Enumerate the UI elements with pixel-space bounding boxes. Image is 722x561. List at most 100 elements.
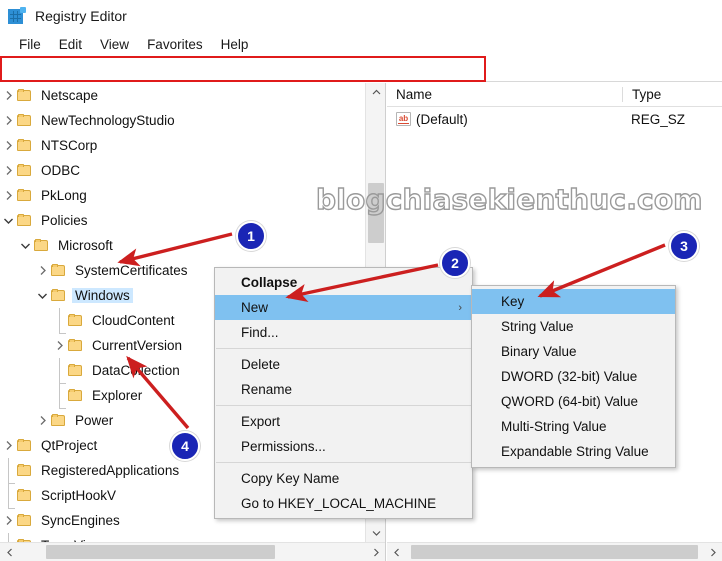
submenu-item-multi-string-value[interactable]: Multi-String Value [472,414,675,439]
context-menu-item-label: Delete [241,357,281,372]
scroll-down-icon[interactable] [366,524,386,542]
context-menu[interactable]: Collapse New › Find... Delete Rename Export Per… [214,267,473,519]
scroll-right-icon[interactable] [366,543,385,561]
values-hscroll-thumb[interactable] [411,545,698,559]
chevron-right-icon[interactable] [0,115,17,126]
menu-favorites[interactable]: Favorites [138,35,212,54]
context-menu-item-copy-key-name[interactable]: Copy Key Name [215,466,472,491]
chevron-right-icon[interactable] [0,165,17,176]
context-menu-item-label: Go to HKEY_LOCAL_MACHINE [241,496,437,511]
folder-icon [51,289,66,302]
folder-icon [68,389,83,402]
submenu-item-label: QWORD (64-bit) Value [501,394,639,409]
submenu-chevron-icon: › [458,301,462,314]
submenu-item-string-value[interactable]: String Value [472,314,675,339]
column-header-name[interactable]: Name [387,87,622,102]
context-menu-item-find[interactable]: Find... [215,320,472,345]
window-title: Registry Editor [35,8,127,24]
submenu-item-key[interactable]: Key [472,289,675,314]
folder-icon [17,189,32,202]
value-name-cell: ab (Default) [387,112,622,127]
context-menu-item-delete[interactable]: Delete [215,352,472,377]
context-menu-item-permissions[interactable]: Permissions... [215,434,472,459]
values-scroll-right-icon[interactable] [703,543,722,561]
context-menu-item-label: Rename [241,382,293,397]
context-menu-item-label: Collapse [241,275,298,290]
chevron-right-icon[interactable] [0,190,17,201]
chevron-down-icon[interactable] [0,217,17,225]
tree-item-label: Power [75,413,114,428]
chevron-right-icon[interactable] [34,415,51,426]
submenu-item-label: Key [501,294,525,309]
submenu-item-label: Expandable String Value [501,444,649,459]
folder-icon [68,364,83,377]
tree-item-netscape[interactable]: Netscape [0,83,364,108]
submenu-item-expandable-string-value[interactable]: Expandable String Value [472,439,675,464]
tree-item-newtechnologystudio[interactable]: NewTechnologyStudio [0,108,364,133]
context-menu-item-rename[interactable]: Rename [215,377,472,402]
folder-icon [17,89,32,102]
chevron-right-icon[interactable] [0,90,17,101]
folder-icon [17,139,32,152]
tree-item-label: NewTechnologyStudio [41,113,175,128]
context-menu-item-new[interactable]: New › [215,295,472,320]
folder-icon [17,439,32,452]
values-scroll-left-icon[interactable] [387,543,406,561]
menu-help[interactable]: Help [212,35,258,54]
value-type-cell: REG_SZ [631,111,686,127]
tree-item-label: Policies [41,213,88,228]
tree-horizontal-scrollbar[interactable] [0,542,385,561]
tree-item-label: CurrentVersion [92,338,183,353]
context-menu-item-go-to-hkey-local-machine[interactable]: Go to HKEY_LOCAL_MACHINE [215,491,472,516]
chevron-right-icon[interactable] [51,340,68,351]
tree-item-policies[interactable]: Policies [0,208,364,233]
folder-icon [17,489,32,502]
folder-icon [51,264,66,277]
tree-item-label: NTSCorp [41,138,98,153]
tree-hscroll-thumb[interactable] [46,545,275,559]
tree-item-microsoft[interactable]: Microsoft [0,233,364,258]
new-submenu[interactable]: Key String Value Binary Value DWORD (32-bit… [471,285,676,468]
chevron-down-icon[interactable] [34,292,51,300]
submenu-item-binary-value[interactable]: Binary Value [472,339,675,364]
tree-item-label: Netscape [41,88,99,103]
chevron-right-icon[interactable] [34,265,51,276]
submenu-item-dword-32-bit-value[interactable]: DWORD (32-bit) Value [472,364,675,389]
submenu-item-label: String Value [501,319,574,334]
folder-icon [17,114,32,127]
submenu-item-qword-64-bit-value[interactable]: QWORD (64-bit) Value [472,389,675,414]
tree-item-label: CloudContent [92,313,175,328]
context-menu-separator [216,462,471,463]
tree-scroll-thumb[interactable] [368,183,384,243]
context-menu-item-export[interactable]: Export [215,409,472,434]
values-horizontal-scrollbar[interactable] [387,542,722,561]
string-value-icon-label: ab [398,114,409,123]
tree-item-teamviewer[interactable]: TeamViewer [0,532,364,542]
tree-item-label: QtProject [41,438,98,453]
chevron-right-icon[interactable] [0,140,17,151]
menu-file[interactable]: File [10,35,50,54]
menu-edit[interactable]: Edit [50,35,91,54]
tree-item-label: PkLong [41,188,87,203]
context-menu-item-label: Find... [241,325,279,340]
tree-item-label: Microsoft [58,238,113,253]
chevron-right-icon[interactable] [0,515,17,526]
column-header-type[interactable]: Type [622,87,722,102]
tree-item-label: SystemCertificates [75,263,188,278]
context-menu-item-label: Copy Key Name [241,471,340,486]
context-menu-item-label: Export [241,414,281,429]
chevron-right-icon[interactable] [0,440,17,451]
folder-icon [51,414,66,427]
tree-item-pklong[interactable]: PkLong [0,183,364,208]
menu-view[interactable]: View [91,35,138,54]
registry-editor-window: Registry Editor File Edit View Favorites… [0,0,722,561]
scroll-left-icon[interactable] [0,543,19,561]
tree-item-ntscorp[interactable]: NTSCorp [0,133,364,158]
submenu-item-label: Multi-String Value [501,419,607,434]
folder-icon [17,464,32,477]
tree-item-odbc[interactable]: ODBC [0,158,364,183]
context-menu-item-collapse[interactable]: Collapse [215,270,472,295]
scroll-up-icon[interactable] [366,83,386,101]
chevron-down-icon[interactable] [17,242,34,250]
values-row[interactable]: ab (Default) REG_SZ [387,107,722,131]
